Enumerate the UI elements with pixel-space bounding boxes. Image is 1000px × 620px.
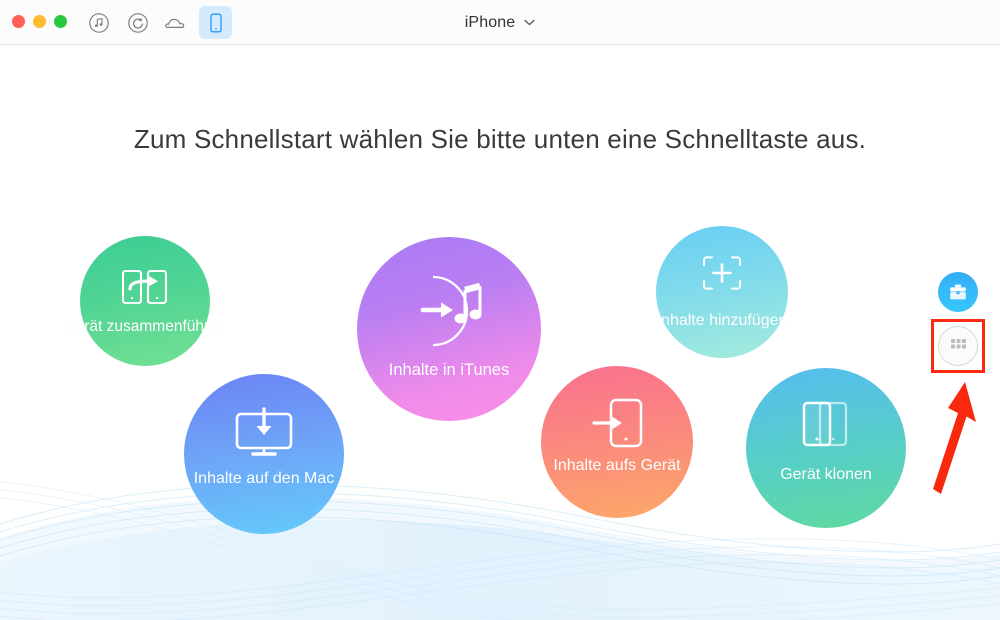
quick-action-content-to-mac[interactable]: Inhalte auf den Mac [184,374,344,534]
cloud-icon [164,18,184,28]
monitor-download-icon [235,407,293,456]
quick-action-merge-device[interactable]: Gerät zusammenführen [64,236,226,366]
toolbar-refresh-button[interactable] [121,6,154,39]
quick-action-label: Inhalte aufs Gerät [553,457,681,474]
two-phones-icon [802,401,848,447]
page-title: Zum Schnellstart wählen Sie bitte unten … [133,124,867,154]
window-controls [12,15,67,28]
imobie-anytrans-window: iPhone Zum Schnellstart wählen Sie bitte… [0,0,1000,620]
close-window-button[interactable] [12,15,25,28]
quick-action-label: Gerät klonen [780,466,872,483]
quick-action-add-content[interactable]: Inhalte hinzufügen [656,226,788,358]
quick-action-label: Inhalte hinzufügen [656,312,788,329]
two-phones-arrow-icon [121,269,168,305]
device-name-label: iPhone [464,13,516,31]
toolbar-device-button[interactable] [199,6,232,39]
quick-action-label: Inhalte in iTunes [388,361,510,379]
plus-target-icon [703,256,741,290]
minimize-window-button[interactable] [33,15,46,28]
toolbar-cloud-button[interactable] [160,6,193,39]
title-bar: iPhone [0,0,1000,45]
quick-action-content-to-device[interactable]: Inhalte aufs Gerät [541,366,693,518]
music-icon [88,12,109,33]
toolbar-icon-group [82,6,232,39]
maximize-window-button[interactable] [54,15,67,28]
quick-action-clone-device[interactable]: Gerät klonen [746,368,906,528]
music-note-arrow-icon [420,275,482,347]
phone-arrow-in-icon [592,398,643,448]
chevron-down-icon [524,19,535,26]
toolbox-button[interactable] [938,272,978,312]
quick-action-label: Gerät zusammenführen [63,318,227,335]
toolbox-icon [950,284,966,300]
quick-action-content-to-itunes[interactable]: Inhalte in iTunes [357,237,541,421]
refresh-icon [127,12,148,33]
quick-action-label: Inhalte auf den Mac [193,470,335,487]
grid-apps-button[interactable] [938,326,978,366]
device-icon [209,13,222,32]
grid-apps-icon [950,338,966,348]
toolbar-music-button[interactable] [82,6,115,39]
